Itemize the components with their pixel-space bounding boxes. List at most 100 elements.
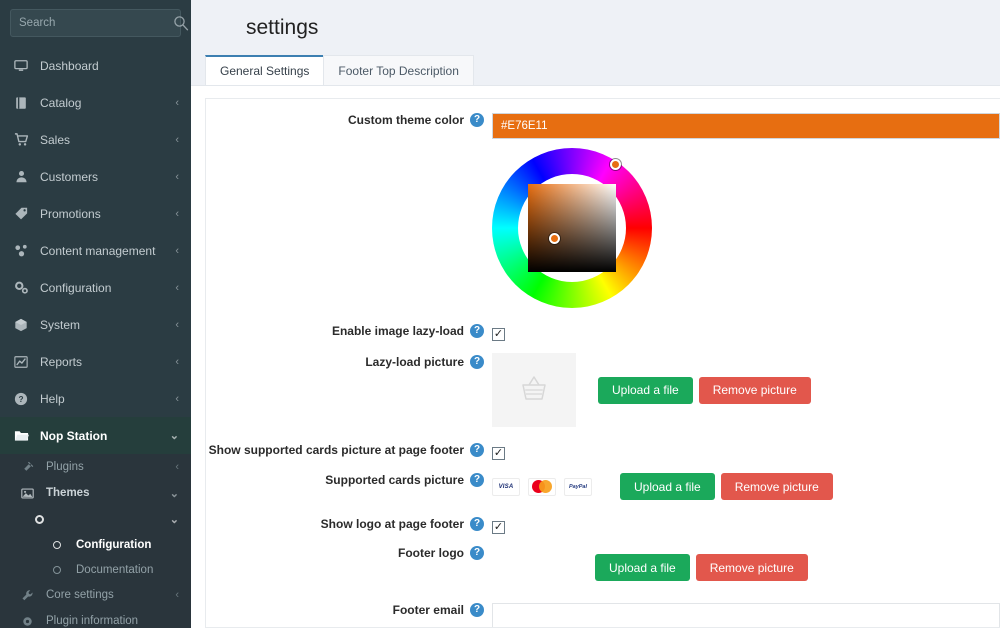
chevron-icon: ‹ — [175, 318, 179, 331]
sidebar-item-theme-group[interactable]: ⌄ — [0, 506, 191, 532]
tab-general-settings[interactable]: General Settings — [205, 55, 325, 85]
remove-picture-button[interactable]: Remove picture — [695, 554, 808, 581]
checkbox-show-logo[interactable]: ✓ — [492, 521, 505, 534]
upload-file-button[interactable]: Upload a file — [598, 376, 693, 404]
sidebar-item-help[interactable]: ? Help ‹ — [0, 380, 191, 417]
remove-picture-button[interactable]: Remove picture — [698, 376, 811, 404]
molecule-icon — [12, 243, 30, 258]
saturation-value-handle[interactable] — [549, 233, 560, 244]
user-icon — [12, 170, 30, 183]
footer-email-input[interactable] — [492, 603, 1000, 627]
circle-icon — [48, 565, 66, 574]
lazy-load-picture-buttons: Upload a file Remove picture — [598, 376, 811, 404]
sidebar-search-wrap — [0, 0, 191, 47]
sidebar-item-plugins[interactable]: Plugins ‹ — [0, 454, 191, 480]
checkbox-enable-lazy-load[interactable]: ✓ — [492, 328, 505, 341]
label-show-logo: Show logo at page footer ? — [206, 517, 492, 531]
chevron-icon: ‹ — [175, 133, 179, 146]
help-icon[interactable]: ? — [470, 603, 484, 617]
control-enable-lazy-load: ✓ — [492, 324, 1000, 342]
help-icon[interactable]: ? — [470, 113, 484, 127]
control-show-logo: ✓ — [492, 517, 1000, 535]
sidebar-item-label: Plugins — [46, 461, 84, 473]
hue-wheel[interactable] — [492, 148, 652, 308]
tag-icon — [12, 206, 30, 221]
tab-bar: General Settings Footer Top Description — [191, 55, 1000, 85]
sidebar-item-dashboard[interactable]: Dashboard — [0, 47, 191, 84]
box-icon — [12, 318, 30, 332]
chevron-icon: ‹ — [175, 207, 179, 220]
label-footer-logo: Footer logo ? — [206, 546, 492, 560]
circle-icon — [48, 540, 66, 549]
image-icon — [18, 487, 36, 500]
sidebar-item-promotions[interactable]: Promotions ‹ — [0, 195, 191, 232]
tab-footer-top-description[interactable]: Footer Top Description — [323, 55, 474, 85]
chevron-icon: ‹ — [175, 170, 179, 183]
sidebar-item-themes[interactable]: Themes ⌄ — [0, 480, 191, 506]
help-icon[interactable]: ? — [470, 355, 484, 369]
sidebar-item-label: Sales — [40, 132, 71, 147]
theme-color-value: #E76E11 — [501, 120, 548, 132]
sidebar-item-label: Promotions — [40, 206, 101, 221]
row-show-supported-cards: Show supported cards picture at page foo… — [206, 443, 1000, 461]
help-icon[interactable]: ? — [470, 546, 484, 560]
sidebar-item-plugin-information[interactable]: Plugin information — [0, 608, 191, 628]
sidebar-item-label: Configuration — [76, 538, 152, 551]
help-icon[interactable]: ? — [470, 517, 484, 531]
checkbox-show-supported-cards[interactable]: ✓ — [492, 447, 505, 460]
row-footer-logo: Footer logo ? Upload a file Remove pictu… — [206, 546, 1000, 581]
question-circle-icon: ? — [12, 392, 30, 406]
chevron-down-icon: ⌄ — [169, 487, 179, 500]
sidebar-item-core-settings[interactable]: Core settings ‹ — [0, 582, 191, 608]
saturation-value-square[interactable] — [528, 184, 616, 272]
sidebar-item-label: System — [40, 317, 81, 332]
sidebar-item-configuration[interactable]: Configuration ‹ — [0, 269, 191, 306]
sidebar-item-theme-documentation[interactable]: Documentation — [0, 557, 191, 582]
sidebar-item-content-management[interactable]: Content management ‹ — [0, 232, 191, 269]
help-icon[interactable]: ? — [470, 473, 484, 487]
hue-handle[interactable] — [610, 159, 621, 170]
sidebar-item-sales[interactable]: Sales ‹ — [0, 121, 191, 158]
monitor-icon — [12, 59, 30, 73]
sidebar-item-label: Catalog — [40, 95, 82, 110]
label-text: Footer logo — [398, 546, 464, 560]
theme-color-input[interactable]: #E76E11 — [492, 113, 1000, 139]
sidebar-item-label: Nop Station — [40, 428, 108, 443]
footer-logo-buttons: Upload a file Remove picture — [595, 554, 808, 581]
row-lazy-load-picture: Lazy-load picture ? Upload a file Remove… — [206, 353, 1000, 427]
label-enable-lazy-load: Enable image lazy-load ? — [206, 324, 492, 338]
paypal-icon: PayPal — [564, 477, 592, 496]
sidebar-subnav: Plugins ‹ Themes ⌄ ⌄ Configuration Docum… — [0, 454, 191, 628]
remove-picture-button[interactable]: Remove picture — [720, 473, 833, 500]
search-input[interactable] — [19, 17, 173, 29]
label-text: Show logo at page footer — [320, 517, 464, 531]
label-text: Supported cards picture — [325, 473, 464, 487]
upload-file-button[interactable]: Upload a file — [620, 473, 715, 500]
chevron-icon: ‹ — [175, 355, 179, 368]
settings-card: Custom theme color ? #E76E11 Enable imag… — [205, 98, 1000, 628]
tab-panel-general-settings: Custom theme color ? #E76E11 Enable imag… — [191, 85, 1000, 628]
sidebar-item-catalog[interactable]: Catalog ‹ — [0, 84, 191, 121]
paypal-label: PayPal — [568, 483, 588, 490]
sidebar-item-customers[interactable]: Customers ‹ — [0, 158, 191, 195]
label-text: Lazy-load picture — [365, 355, 464, 369]
upload-file-button[interactable]: Upload a file — [595, 554, 690, 581]
search-icon[interactable] — [173, 15, 189, 31]
label-show-supported-cards: Show supported cards picture at page foo… — [206, 443, 492, 457]
sidebar-item-reports[interactable]: Reports ‹ — [0, 343, 191, 380]
search-box[interactable] — [10, 9, 189, 37]
help-icon[interactable]: ? — [470, 443, 484, 457]
color-picker[interactable] — [492, 139, 1000, 308]
help-icon[interactable]: ? — [470, 324, 484, 338]
tab-label: Footer Top Description — [338, 64, 459, 78]
sidebar-item-theme-configuration[interactable]: Configuration — [0, 532, 191, 557]
label-supported-cards-picture: Supported cards picture ? — [206, 473, 492, 487]
chevron-down-icon: ⌄ — [169, 513, 179, 526]
sidebar-item-label: Dashboard — [40, 58, 99, 73]
circle-icon — [30, 514, 48, 524]
sidebar-item-system[interactable]: System ‹ — [0, 306, 191, 343]
app-root: Dashboard Catalog ‹ Sales ‹ — [0, 0, 1000, 628]
page-title: settings — [246, 15, 319, 39]
sidebar-item-label: Themes — [46, 487, 90, 499]
sidebar-item-nop-station[interactable]: Nop Station ⌄ — [0, 417, 191, 454]
